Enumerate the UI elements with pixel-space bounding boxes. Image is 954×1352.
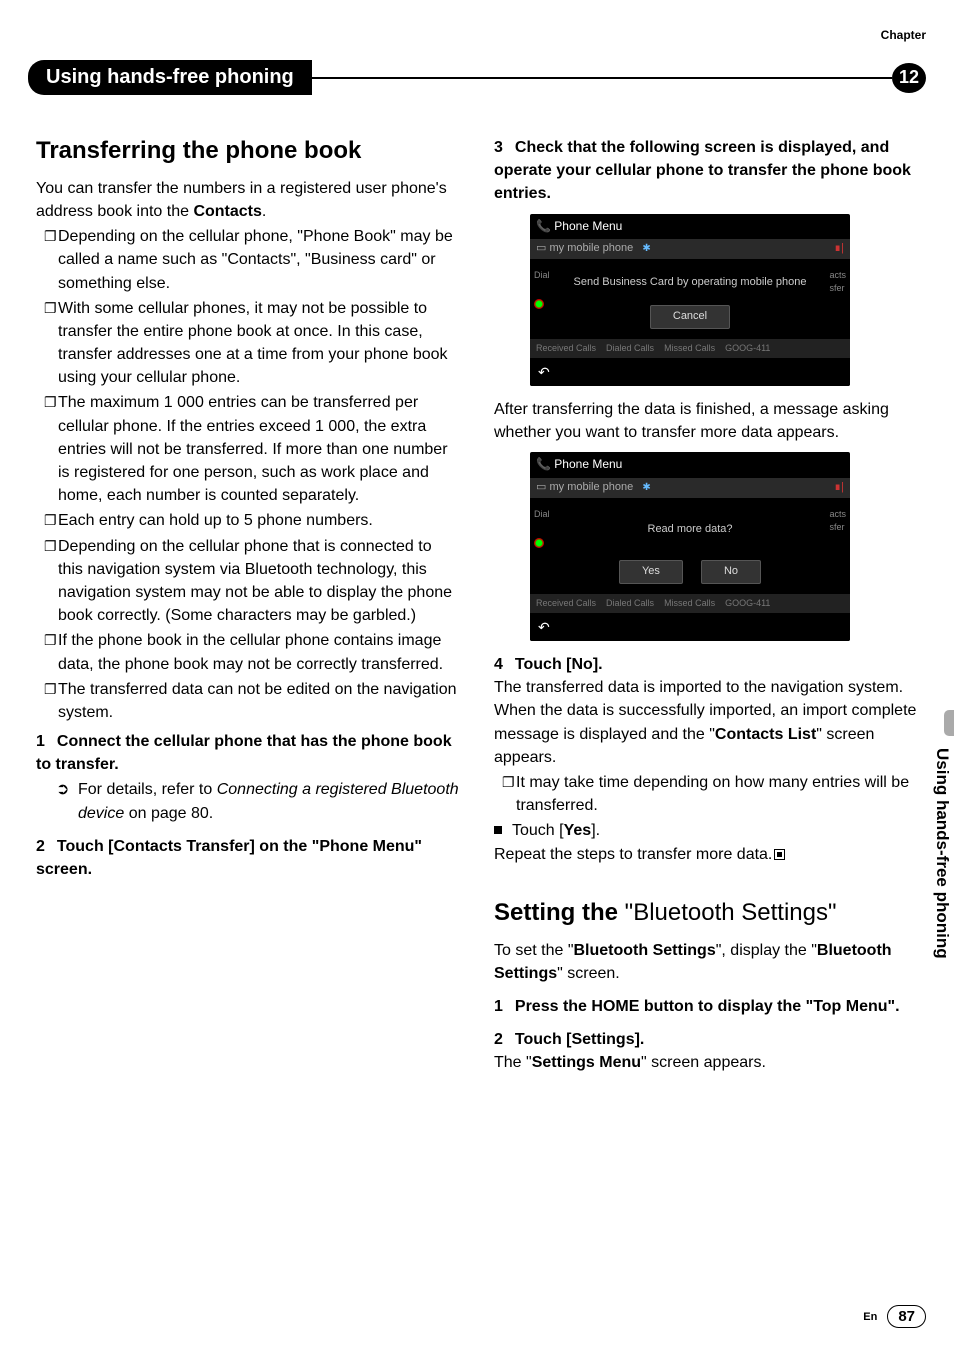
- bullet-icon: ❐: [36, 629, 58, 651]
- tab-goog411: GOOG-411: [725, 597, 770, 610]
- bullet-icon: ❐: [36, 509, 58, 531]
- bt-intro: To set the "Bluetooth Settings", display…: [494, 939, 918, 985]
- square-bullet-icon: [494, 826, 502, 834]
- bt-step-2-p: The "Settings Menu" screen appears.: [494, 1051, 918, 1074]
- bullet-text: The transferred data can not be edited o…: [58, 678, 460, 724]
- device-icon: ▭: [536, 481, 546, 493]
- bullet-text: It may take time depending on how many e…: [516, 771, 918, 817]
- screenshot-send-card: 📞 Phone Menu ▭ my mobile phone ✱ ∎| Dial…: [530, 214, 850, 387]
- page-footer: En 87: [863, 1305, 926, 1328]
- bullet-text: Each entry can hold up to 5 phone number…: [58, 509, 460, 532]
- bullet-text: Depending on the cellular phone that is …: [58, 535, 460, 628]
- bullet-icon: ❐: [36, 297, 58, 319]
- bullet-icon: ❐: [494, 771, 516, 793]
- step-4-p1: The transferred data is imported to the …: [494, 676, 918, 699]
- bullet-icon: ❐: [36, 535, 58, 557]
- side-tab: Using hands-free phoning: [932, 748, 952, 959]
- dial-label: Dial: [534, 508, 550, 521]
- touch-yes-p: Repeat the steps to transfer more data.: [494, 843, 918, 866]
- chapter-label: Chapter: [881, 28, 926, 42]
- bullet-list: ❐Depending on the cellular phone, "Phone…: [36, 225, 460, 724]
- end-mark-icon: [774, 849, 785, 860]
- tab-missed: Missed Calls: [664, 342, 715, 355]
- no-button[interactable]: No: [701, 560, 761, 584]
- bullet-text: If the phone book in the cellular phone …: [58, 629, 460, 675]
- device-icon: ▭: [536, 242, 546, 254]
- bullet-text: With some cellular phones, it may not be…: [58, 297, 460, 390]
- signal-icon: ∎|: [834, 241, 844, 257]
- phone-icon: 📞: [536, 219, 551, 233]
- step-2: 2Touch [Contacts Transfer] on the "Phone…: [36, 835, 460, 881]
- touch-yes: Touch [Yes].: [494, 819, 918, 842]
- tab-dialed: Dialed Calls: [606, 597, 654, 610]
- section-heading-bluetooth: Setting the "Bluetooth Settings": [494, 896, 918, 931]
- device-name: my mobile phone: [549, 481, 633, 493]
- section-heading-transferring: Transferring the phone book: [36, 134, 460, 169]
- bullet-icon: ❐: [36, 391, 58, 413]
- dial-label: Dial: [534, 269, 550, 282]
- chapter-bar: Using hands-free phoning 12: [28, 60, 926, 95]
- right-column: 3Check that the following screen is disp…: [494, 130, 918, 1272]
- lang-label: En: [863, 1311, 877, 1323]
- ss-title: Phone Menu: [554, 219, 622, 233]
- phone-icon: 📞: [536, 457, 551, 471]
- after-ss1-text: After transferring the data is finished,…: [494, 398, 918, 444]
- tab-missed: Missed Calls: [664, 597, 715, 610]
- arrow-icon: ➲: [56, 778, 78, 824]
- bt-step-2: 2Touch [Settings].: [494, 1028, 918, 1051]
- signal-icon: ∎|: [834, 480, 844, 496]
- tab-dialed: Dialed Calls: [606, 342, 654, 355]
- back-icon[interactable]: ↶: [530, 358, 850, 386]
- step-4-p2: When the data is successfully imported, …: [494, 699, 918, 769]
- step-1-sub: ➲ For details, refer to Connecting a reg…: [36, 778, 460, 824]
- chapter-line: [310, 77, 892, 79]
- step-3: 3Check that the following screen is disp…: [494, 136, 918, 206]
- bluetooth-icon: ✱: [642, 482, 650, 493]
- status-dot-icon: [534, 538, 544, 548]
- tab-goog411: GOOG-411: [725, 342, 770, 355]
- step-1: 1Connect the cellular phone that has the…: [36, 730, 460, 776]
- chapter-title: Using hands-free phoning: [28, 60, 312, 95]
- intro-paragraph: You can transfer the numbers in a regist…: [36, 177, 460, 223]
- bullet-icon: ❐: [36, 678, 58, 700]
- bullet-text: Depending on the cellular phone, "Phone …: [58, 225, 460, 295]
- chapter-number: 12: [892, 63, 926, 93]
- dialog-message: Read more data?: [538, 508, 842, 552]
- tab-received: Received Calls: [536, 342, 596, 355]
- cancel-button[interactable]: Cancel: [650, 305, 730, 329]
- left-column: Transferring the phone book You can tran…: [36, 130, 460, 1272]
- side-tab-accent: [944, 710, 954, 736]
- step-4: 4Touch [No].: [494, 653, 918, 676]
- ss-title: Phone Menu: [554, 457, 622, 471]
- dialog-message: Send Business Card by operating mobile p…: [538, 269, 842, 297]
- screenshot-read-more: 📞 Phone Menu ▭ my mobile phone ✱ ∎| Dial…: [530, 452, 850, 641]
- device-name: my mobile phone: [549, 242, 633, 254]
- tab-received: Received Calls: [536, 597, 596, 610]
- bullet-icon: ❐: [36, 225, 58, 247]
- bt-step-1: 1Press the HOME button to display the "T…: [494, 995, 918, 1018]
- yes-button[interactable]: Yes: [619, 560, 683, 584]
- back-icon[interactable]: ↶: [530, 613, 850, 641]
- bullet-text: The maximum 1 000 entries can be transfe…: [58, 391, 460, 507]
- status-dot-icon: [534, 299, 544, 309]
- bluetooth-icon: ✱: [642, 243, 650, 254]
- page-number: 87: [887, 1305, 926, 1328]
